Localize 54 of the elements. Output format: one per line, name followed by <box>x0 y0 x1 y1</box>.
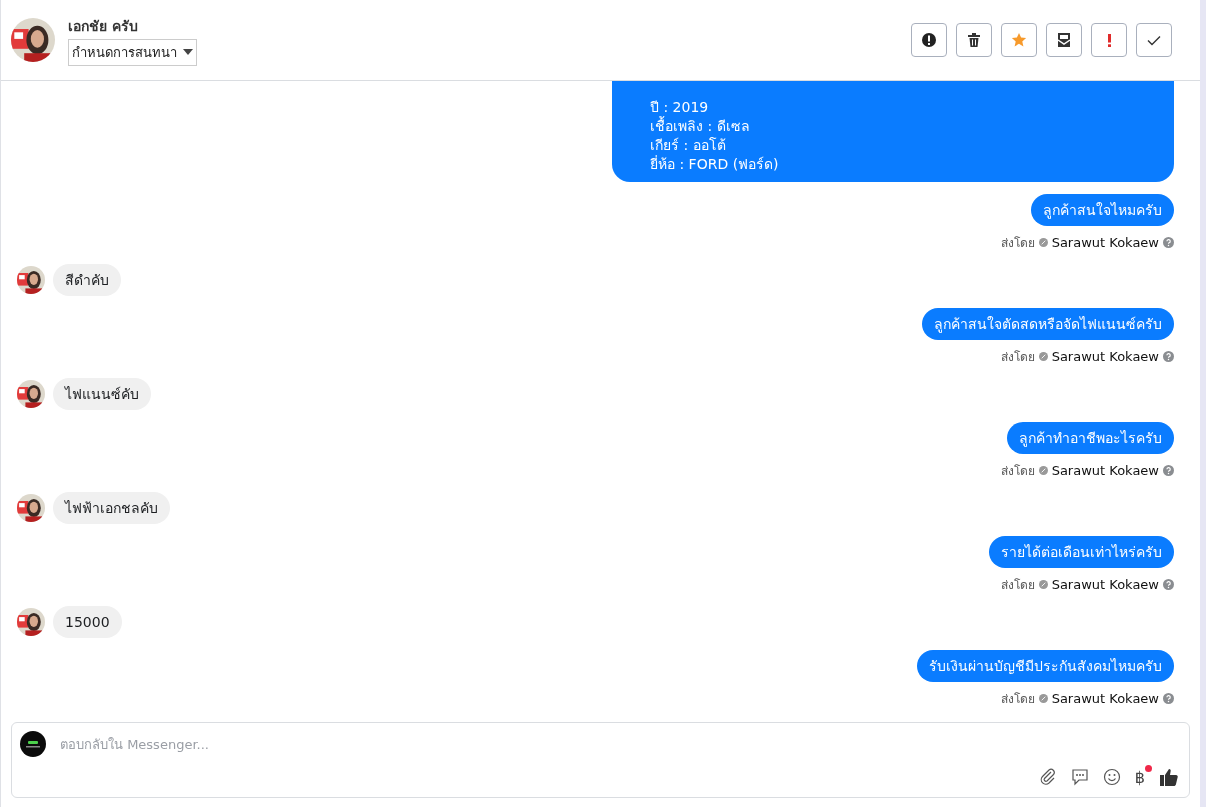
help-icon <box>1163 237 1174 248</box>
alert-icon <box>921 32 937 48</box>
chat-bubble-icon[interactable] <box>1070 768 1089 786</box>
exclamation-icon <box>1107 33 1111 47</box>
message-bubble: ลูกค้าสนใจตัดสดหรือจัดไฟแนนซ์ครับ <box>922 308 1174 340</box>
sender-name: Sarawut Kokaew <box>1051 691 1159 706</box>
message-bubble: ไฟแนนซ์คับ <box>53 378 151 410</box>
notification-dot-icon <box>1145 764 1152 772</box>
status-icon <box>1038 694 1048 703</box>
star-button[interactable] <box>1001 23 1037 57</box>
message-bubble: ลูกค้าสนใจไหมครับ <box>1031 194 1174 226</box>
exclamation-button[interactable] <box>1091 23 1127 57</box>
envelope-button[interactable] <box>1046 23 1082 57</box>
status-icon <box>1038 580 1048 589</box>
check-button[interactable] <box>1136 23 1172 57</box>
sender-name: Sarawut Kokaew <box>1051 349 1159 364</box>
sent-by-label: ส่งโดย <box>1000 349 1035 366</box>
emoji-icon[interactable] <box>1102 768 1121 786</box>
payment-button[interactable]: ฿ <box>1134 767 1145 787</box>
trash-icon <box>966 32 982 48</box>
message-bubble: รายได้ต่อเดือนเท่าไหร่ครับ <box>989 536 1174 568</box>
thumbs-up-icon[interactable] <box>1159 767 1179 787</box>
help-icon <box>1163 465 1174 476</box>
help-icon <box>1163 351 1174 362</box>
message-bubble: รับเงินผ่านบัญชีมีประกันสังคมไหมครับ <box>917 650 1174 682</box>
message-line: เชื้อเพลิง : ดีเซล <box>650 117 751 136</box>
page-logo-icon <box>20 731 46 757</box>
sent-by-label: ส่งโดย <box>1000 235 1035 252</box>
sender-name: Sarawut Kokaew <box>1051 577 1159 592</box>
help-icon <box>1163 693 1174 704</box>
message-bubble: 15000 <box>53 606 122 638</box>
sent-by-label: ส่งโดย <box>1000 691 1035 708</box>
sent-by-label: ส่งโดย <box>1000 463 1035 480</box>
status-icon <box>1038 352 1048 361</box>
message-bubble: สีดำคับ <box>53 264 121 296</box>
contact-name: เอกชัย ครับ <box>68 16 139 36</box>
message-line: เกียร์ : ออโต้ <box>650 136 727 155</box>
message-line: ยี่ห้อ : FORD (ฟอร์ด) <box>650 155 780 174</box>
assign-dropdown[interactable]: กำหนดการสนทนา <box>68 38 197 66</box>
message-line: ปี : 2019 <box>650 98 710 116</box>
caret-icon <box>183 49 193 55</box>
message-bubble: ไฟฟ้าเอกชลคับ <box>53 492 170 524</box>
trash-button[interactable] <box>956 23 992 57</box>
paperclip-icon[interactable] <box>1038 768 1057 786</box>
status-icon <box>1038 466 1048 475</box>
alert-button[interactable] <box>911 23 947 57</box>
sender-name: Sarawut Kokaew <box>1051 235 1159 250</box>
envelope-icon <box>1056 32 1072 48</box>
sent-by-label: ส่งโดย <box>1000 577 1035 594</box>
message-bubble: ลูกค้าทำอาชีพอะไรครับ <box>1007 422 1174 454</box>
sender-name: Sarawut Kokaew <box>1051 463 1159 478</box>
star-icon <box>1011 32 1027 48</box>
status-icon <box>1038 238 1048 247</box>
help-icon <box>1163 579 1174 590</box>
